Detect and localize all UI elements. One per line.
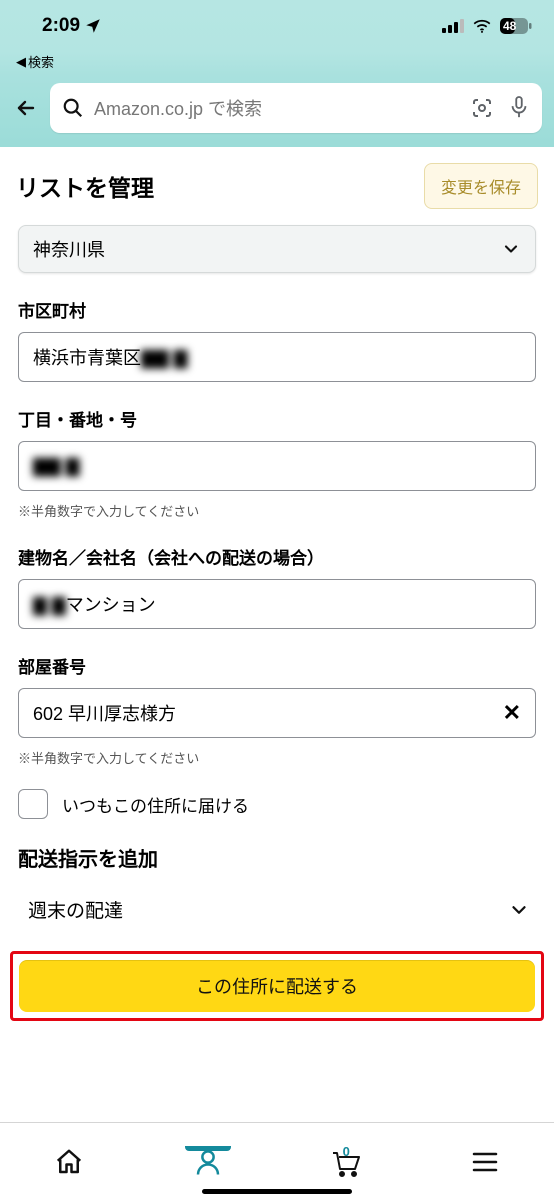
back-caret-icon: ◀ xyxy=(16,54,26,70)
back-to-search-row: ◀ 検索 xyxy=(0,52,554,75)
city-field: 市区町村 横浜市青葉区▇▇ ▇ xyxy=(18,297,536,382)
street-value-redacted: ▇▇ ▇ xyxy=(33,456,80,477)
room-input[interactable]: 602 早川厚志様方 ✕ xyxy=(18,688,536,738)
city-value-visible: 横浜市青葉区 xyxy=(33,348,141,368)
default-address-checkbox[interactable] xyxy=(18,789,48,819)
location-arrow-icon xyxy=(84,17,102,35)
back-button[interactable] xyxy=(12,96,40,120)
save-button[interactable]: 変更を保存 xyxy=(424,163,538,209)
page-title: リストを管理 xyxy=(16,169,154,203)
search-input[interactable]: Amazon.co.jp で検索 xyxy=(50,83,542,133)
weekend-delivery-dropdown[interactable]: 週末の配達 xyxy=(18,886,536,933)
chevron-down-icon xyxy=(508,899,530,921)
building-value-visible: マンション xyxy=(66,595,156,615)
default-address-row: いつもこの住所に届ける xyxy=(18,789,536,819)
home-indicator xyxy=(202,1189,352,1194)
delivery-instructions-heading: 配送指示を追加 xyxy=(18,843,536,872)
chevron-down-icon xyxy=(501,239,521,259)
building-value-redacted: ▇ ▇ xyxy=(33,595,66,616)
active-tab-indicator xyxy=(185,1146,231,1151)
city-input[interactable]: 横浜市青葉区▇▇ ▇ xyxy=(18,332,536,382)
nav-cart[interactable]: 0 xyxy=(316,1147,376,1177)
battery-icon: 48 xyxy=(500,18,532,34)
cart-count: 0 xyxy=(343,1144,350,1159)
search-icon xyxy=(62,97,84,119)
back-to-search-label: 検索 xyxy=(28,52,54,71)
nav-home[interactable] xyxy=(39,1147,99,1177)
mic-icon[interactable] xyxy=(508,95,530,121)
building-label: 建物名／会社名（会社への配送の場合） xyxy=(18,544,536,569)
street-label: 丁目・番地・号 xyxy=(18,406,536,431)
street-field: 丁目・番地・号 ▇▇ ▇ ※半角数字で入力してください xyxy=(18,406,536,520)
prefecture-select[interactable]: 神奈川県 xyxy=(18,225,536,273)
weekend-delivery-label: 週末の配達 xyxy=(28,896,123,923)
page-header: リストを管理 変更を保存 xyxy=(0,147,554,223)
city-value-redacted: ▇▇ ▇ xyxy=(141,348,188,369)
address-form: 神奈川県 市区町村 横浜市青葉区▇▇ ▇ 丁目・番地・号 ▇▇ ▇ ※半角数字で… xyxy=(0,225,554,933)
default-address-label: いつもこの住所に届ける xyxy=(62,792,249,817)
status-bar: 2:09 48 xyxy=(0,0,554,52)
back-to-search-link[interactable]: ◀ 検索 xyxy=(16,52,54,71)
city-label: 市区町村 xyxy=(18,297,536,322)
room-label: 部屋番号 xyxy=(18,653,536,678)
ship-to-address-button[interactable]: この住所に配送する xyxy=(19,960,535,1012)
wifi-icon xyxy=(472,19,492,33)
nav-menu[interactable] xyxy=(455,1151,515,1173)
status-time: 2:09 xyxy=(42,15,80,37)
room-value: 602 早川厚志様方 xyxy=(33,700,176,726)
street-input[interactable]: ▇▇ ▇ xyxy=(18,441,536,491)
clear-icon[interactable]: ✕ xyxy=(503,700,521,726)
battery-percent: 48 xyxy=(503,19,516,33)
search-placeholder: Amazon.co.jp で検索 xyxy=(94,95,470,121)
room-field: 部屋番号 602 早川厚志様方 ✕ ※半角数字で入力してください xyxy=(18,653,536,767)
lens-icon[interactable] xyxy=(470,96,494,120)
nav-account[interactable] xyxy=(178,1147,238,1177)
room-hint: ※半角数字で入力してください xyxy=(18,748,536,767)
prefecture-value: 神奈川県 xyxy=(33,236,105,262)
cellular-icon xyxy=(442,19,464,33)
street-hint: ※半角数字で入力してください xyxy=(18,501,536,520)
building-field: 建物名／会社名（会社への配送の場合） ▇ ▇マンション xyxy=(18,544,536,629)
bottom-nav: 0 xyxy=(0,1122,554,1200)
search-bar-area: Amazon.co.jp で検索 xyxy=(0,75,554,147)
building-input[interactable]: ▇ ▇マンション xyxy=(18,579,536,629)
submit-highlight-box: この住所に配送する xyxy=(10,951,544,1021)
